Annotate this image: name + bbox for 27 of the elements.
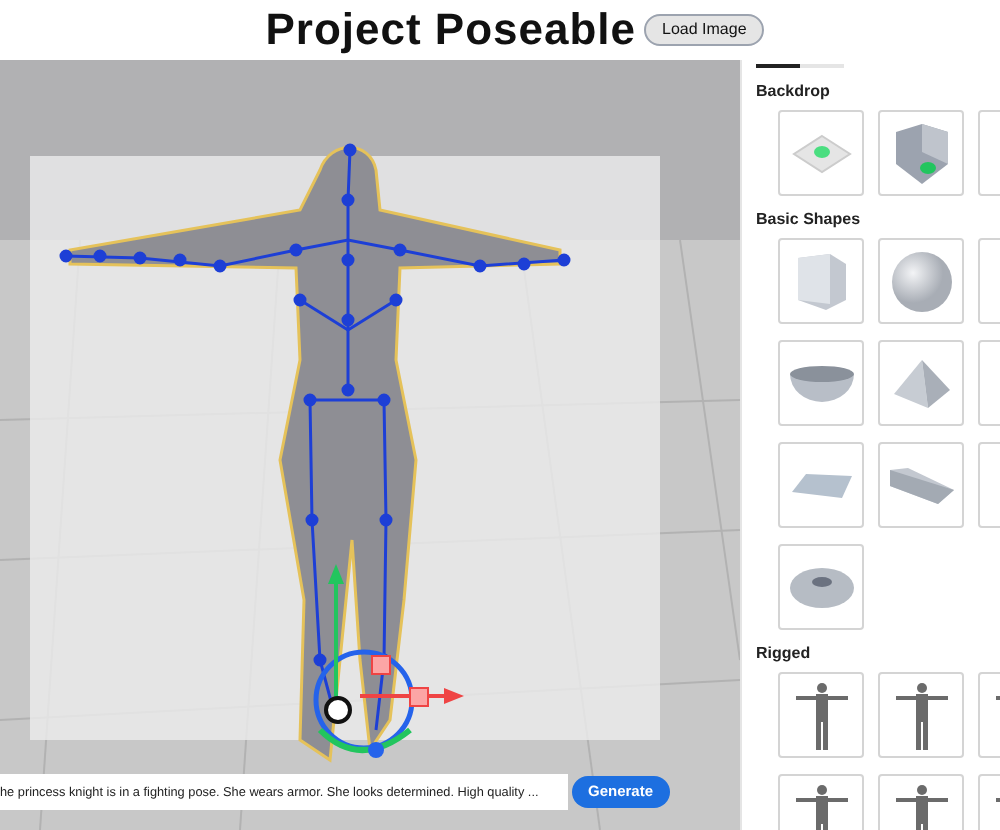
pyramid-icon bbox=[891, 357, 951, 409]
asset-thumbnail[interactable] bbox=[778, 340, 864, 426]
asset-thumbnail[interactable] bbox=[778, 672, 864, 758]
section-heading: Backdrop bbox=[756, 80, 832, 104]
asset-thumbnail[interactable] bbox=[778, 442, 864, 528]
corner-icon bbox=[891, 119, 951, 187]
sphere-icon bbox=[889, 249, 953, 313]
asset-thumbnail[interactable] bbox=[878, 442, 964, 528]
section-heading: Rigged bbox=[756, 642, 813, 666]
asset-thumbnail[interactable] bbox=[778, 238, 864, 324]
asset-thumbnail[interactable] bbox=[878, 340, 964, 426]
app-title: Project Poseable bbox=[265, 8, 637, 52]
plane-icon bbox=[789, 471, 853, 499]
section-heading: Basic Shapes bbox=[756, 208, 863, 232]
ramp-icon bbox=[887, 465, 955, 505]
figure-icon bbox=[891, 679, 951, 751]
load-image-button[interactable]: Load Image bbox=[644, 14, 765, 46]
torus-icon bbox=[787, 565, 855, 609]
asset-thumbnail[interactable] bbox=[778, 544, 864, 630]
floor-icon bbox=[791, 131, 851, 175]
asset-thumbnail[interactable] bbox=[878, 238, 964, 324]
bowl-icon bbox=[787, 363, 855, 403]
asset-thumbnail[interactable] bbox=[778, 110, 864, 196]
figure-icon bbox=[791, 679, 851, 751]
cube-icon bbox=[793, 251, 849, 311]
asset-thumbnail[interactable] bbox=[878, 672, 964, 758]
asset-thumbnail[interactable] bbox=[878, 110, 964, 196]
